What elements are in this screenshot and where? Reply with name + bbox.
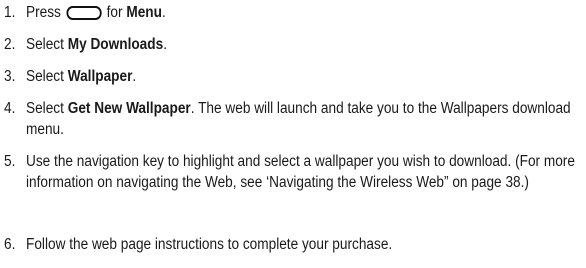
instruction-list: 1. Press for Menu. 2. Select My Downloads… xyxy=(4,0,575,268)
step-number: 6. xyxy=(4,236,16,253)
step-text: Select Get New Wallpaper. The web will l… xyxy=(26,100,575,138)
step-text: Follow the web page instructions to comp… xyxy=(26,236,393,253)
step-number: 5. xyxy=(4,153,16,170)
step-number: 1. xyxy=(4,4,16,21)
step-number: 2. xyxy=(4,36,16,53)
my-downloads-label: My Downloads xyxy=(67,36,164,53)
step-number: 3. xyxy=(4,68,16,85)
wallpaper-label: Wallpaper xyxy=(67,68,133,85)
step-text: Use the navigation key to highlight and … xyxy=(26,153,575,191)
step-number: 4. xyxy=(4,100,16,117)
step-text: Select Wallpaper. xyxy=(26,68,137,85)
step-text: Press for Menu. xyxy=(26,4,166,21)
menu-label: Menu xyxy=(126,4,162,21)
get-new-wallpaper-label: Get New Wallpaper xyxy=(67,100,191,117)
menu-softkey-icon xyxy=(66,6,102,20)
step-text: Select My Downloads. xyxy=(26,36,167,53)
